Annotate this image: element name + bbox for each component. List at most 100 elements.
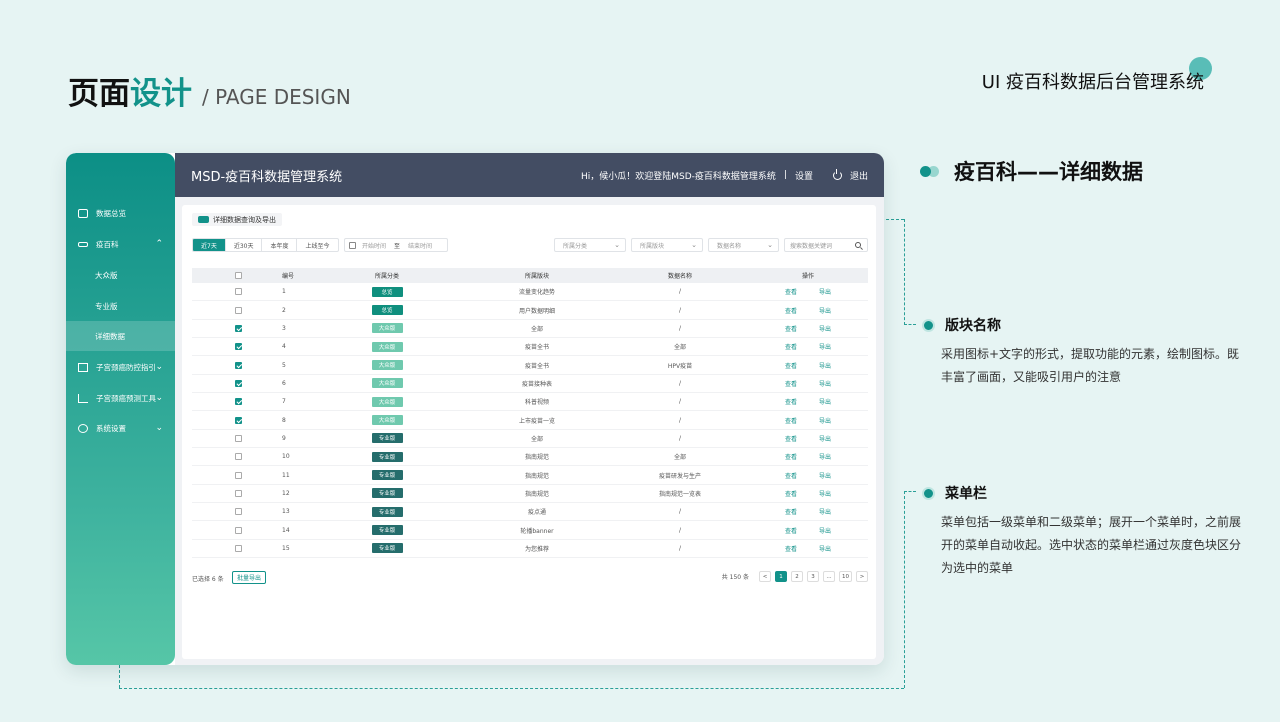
row-checkbox[interactable] [235,526,242,534]
sidebar-item-guide[interactable]: 子宫颈癌防控指引 ⌄ [66,352,175,382]
export-link[interactable]: 导出 [819,526,831,535]
name-select[interactable]: 数据名称 ⌄ [708,238,779,252]
category-tag: 专业版 [371,470,403,481]
export-link[interactable]: 导出 [819,324,831,333]
cell-name: / [678,288,682,296]
sidebar-item-predict[interactable]: 子宫颈癌预测工具 ⌄ [66,383,175,413]
select-all-checkbox[interactable] [235,272,242,279]
period-7d[interactable]: 近7天 [193,239,226,251]
cell-no: 15 [282,544,290,552]
export-link[interactable]: 导出 [819,489,831,498]
search-input[interactable]: 搜索数据关键词 [784,238,868,252]
row-checkbox[interactable] [235,489,242,497]
table-row: 9 专业版 全部 / 查看 导出 [192,430,868,449]
cell-section: 全部 [530,435,543,443]
category-tag: 大众版 [371,396,403,407]
export-link[interactable]: 导出 [819,434,831,443]
view-link[interactable]: 查看 [785,544,797,553]
view-link[interactable]: 查看 [785,324,797,333]
chevron-down-icon: ⌄ [155,362,163,372]
row-checkbox[interactable] [235,544,242,552]
page-1[interactable]: 1 [775,571,787,582]
header-section: 所属版块 [524,273,549,280]
category-tag: 专业版 [371,543,403,554]
page-2[interactable]: 2 [791,571,803,582]
row-checkbox[interactable] [235,379,242,387]
period-30d[interactable]: 近30天 [226,239,263,251]
sidebar-item-label: 子宫颈癌预测工具 [96,393,156,403]
export-link[interactable]: 导出 [819,416,831,425]
section-tab-label: 详细数据查询及导出 [213,215,276,224]
page-3[interactable]: 3 [807,571,819,582]
cell-no: 13 [282,508,290,516]
sidebar-item-yibaike[interactable]: 疫百科 ⌃ [66,229,175,259]
row-checkbox[interactable] [235,343,242,351]
bulk-export-button[interactable]: 批量导出 [232,571,267,584]
export-link[interactable]: 导出 [819,287,831,296]
row-checkbox[interactable] [235,306,242,314]
row-checkbox[interactable] [235,471,242,479]
view-link[interactable]: 查看 [785,416,797,425]
export-link[interactable]: 导出 [819,342,831,351]
cell-name: 全部 [673,454,686,462]
export-link[interactable]: 导出 [819,306,831,315]
sidebar-item-public[interactable]: 大众版 [66,260,175,290]
period-all[interactable]: 上线至今 [297,239,337,251]
export-link[interactable]: 导出 [819,361,831,370]
sidebar-item-pro[interactable]: 专业版 [66,291,175,321]
section-select[interactable]: 所属版块 ⌄ [631,238,703,252]
row-checkbox[interactable] [235,398,242,406]
period-year[interactable]: 本年度 [262,239,298,251]
category-select-value: 所属分类 [563,242,588,250]
settings-link[interactable]: 设置 [795,169,813,182]
view-link[interactable]: 查看 [785,397,797,406]
data-table: 编号 所属分类 所属版块 数据名称 操作 1 总览 流量变化趋势 / 查看 导出 2 总览 用户… [192,268,868,559]
row-checkbox[interactable] [235,361,242,369]
row-checkbox[interactable] [235,508,242,516]
table-row: 5 大众版 疫苗全书 HPV疫苗 查看 导出 [192,356,868,375]
view-link[interactable]: 查看 [785,361,797,370]
header-category: 所属分类 [374,273,399,280]
logout-button[interactable]: 退出 [832,168,868,182]
row-checkbox[interactable] [235,288,242,296]
export-link[interactable]: 导出 [819,471,831,480]
view-link[interactable]: 查看 [785,489,797,498]
main-panel: 详细数据查询及导出 近7天 近30天 本年度 上线至今 开始时间 至 结束时间 … [182,205,876,659]
export-link[interactable]: 导出 [819,379,831,388]
next-page-button[interactable]: > [856,571,868,582]
annotation-text: 采用图标+文字的形式，提取功能的元素，绘制图标。既丰富了画面，又能吸引用户的注意 [941,347,1240,384]
sidebar-item-detail[interactable]: 详细数据 [66,321,175,351]
row-checkbox[interactable] [235,416,242,424]
annotation-title: 菜单栏 [945,486,987,502]
table-row: 3 大众版 全部 / 查看 导出 [192,320,868,339]
view-link[interactable]: 查看 [785,434,797,443]
search-icon[interactable] [855,242,861,248]
export-link[interactable]: 导出 [819,452,831,461]
export-link[interactable]: 导出 [819,397,831,406]
export-link[interactable]: 导出 [819,507,831,516]
cell-no: 12 [282,489,290,497]
page-10[interactable]: 10 [839,571,852,582]
slide-title: 页面 设计 / PAGE DESIGN [68,68,351,113]
sidebar-item-settings[interactable]: 系统设置 ⌄ [66,413,175,443]
prev-page-button[interactable]: < [759,571,771,582]
view-link[interactable]: 查看 [785,452,797,461]
sidebar-item-overview[interactable]: 数据总览 [66,198,175,228]
view-link[interactable]: 查看 [785,306,797,315]
row-checkbox[interactable] [235,434,242,442]
view-link[interactable]: 查看 [785,287,797,296]
date-range-picker[interactable]: 开始时间 至 结束时间 [344,238,448,252]
view-link[interactable]: 查看 [785,342,797,351]
view-link[interactable]: 查看 [785,379,797,388]
row-checkbox[interactable] [235,453,242,461]
view-link[interactable]: 查看 [785,507,797,516]
cell-name: / [678,416,682,424]
view-link[interactable]: 查看 [785,471,797,480]
row-checkbox[interactable] [235,324,242,332]
table-row: 7 大众版 科普视频 / 查看 导出 [192,393,868,412]
view-link[interactable]: 查看 [785,526,797,535]
cell-name: / [678,398,682,406]
category-select[interactable]: 所属分类 ⌄ [554,238,626,252]
category-tag: 大众版 [371,378,403,389]
export-link[interactable]: 导出 [819,544,831,553]
